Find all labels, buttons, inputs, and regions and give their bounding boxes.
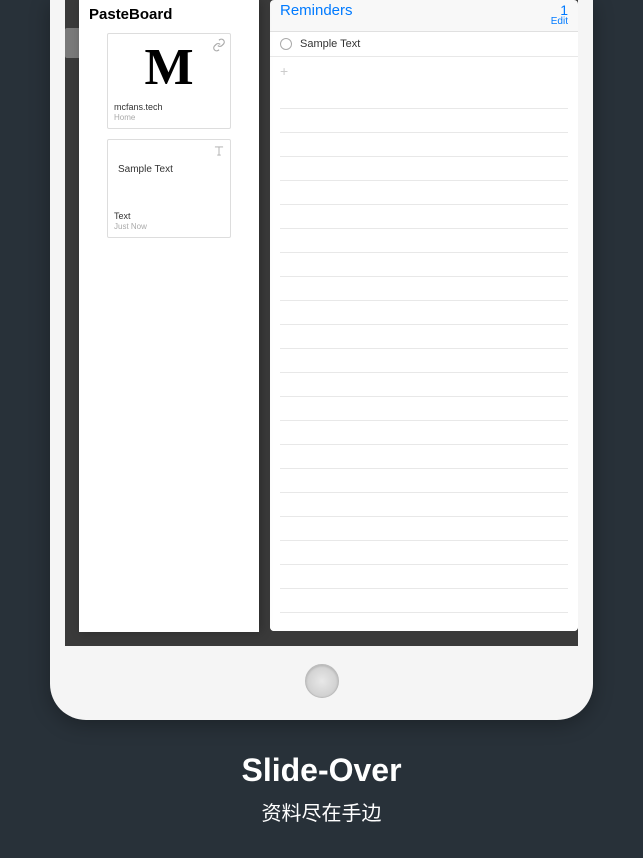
reminders-title: Reminders <box>280 2 353 19</box>
reminders-header-right: 1 Edit <box>551 2 568 27</box>
clip-label: Text <box>108 205 230 221</box>
text-icon <box>212 144 226 158</box>
edit-button[interactable]: Edit <box>551 16 568 27</box>
clip-sublabel: Just Now <box>108 221 230 233</box>
clip-label: mcfans.tech <box>108 96 230 112</box>
caption-subtitle: 资料尽在手边 <box>0 797 643 826</box>
pasteboard-panel[interactable]: PasteBoard M mcfans.tech Home Sample Tex… <box>79 0 259 632</box>
background-app-edge <box>65 28 80 58</box>
caption-title: Slide-Over <box>0 752 643 789</box>
reminder-text: Sample Text <box>300 38 360 50</box>
reminders-app: Reminders 1 Edit Sample Text + <box>270 0 578 631</box>
ipad-screen: Reminders 1 Edit Sample Text + <box>65 0 578 646</box>
reminder-item[interactable]: Sample Text <box>270 32 578 57</box>
add-reminder-button[interactable]: + <box>270 57 578 85</box>
reminders-header: Reminders 1 Edit <box>270 0 578 31</box>
ruled-background <box>270 85 578 631</box>
clip-logo-letter: M <box>144 39 193 96</box>
clip-card-link[interactable]: M mcfans.tech Home <box>107 33 231 129</box>
home-button[interactable] <box>305 664 339 698</box>
reminder-checkbox[interactable] <box>280 38 292 50</box>
clip-card-text[interactable]: Sample Text Text Just Now <box>107 139 231 238</box>
plus-icon: + <box>280 63 288 79</box>
ipad-frame: Reminders 1 Edit Sample Text + <box>50 0 593 720</box>
link-icon <box>212 38 226 52</box>
pasteboard-title: PasteBoard <box>79 0 259 33</box>
reminders-list: Sample Text + <box>270 31 578 85</box>
caption: Slide-Over 资料尽在手边 <box>0 752 643 826</box>
clip-sublabel: Home <box>108 112 230 124</box>
